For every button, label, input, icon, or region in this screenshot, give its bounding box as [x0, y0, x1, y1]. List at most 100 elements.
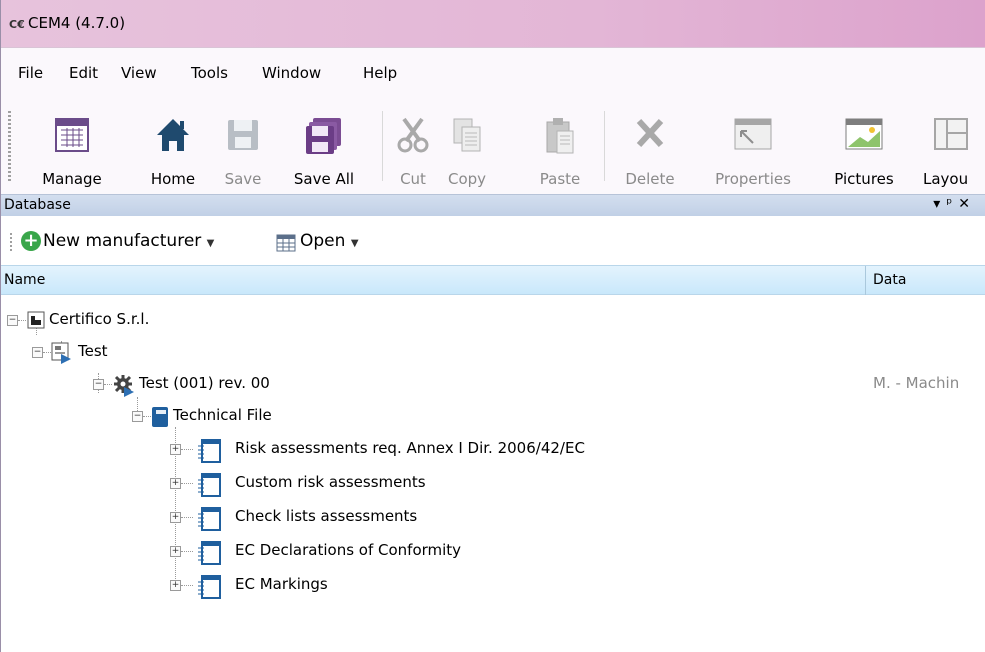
company-icon: [27, 311, 45, 329]
cut-button[interactable]: Cut: [389, 107, 437, 188]
collapse-icon[interactable]: −: [32, 347, 43, 358]
home-icon: [157, 119, 189, 151]
tree-node-label: Custom risk assessments: [235, 473, 426, 491]
tree-node-label: Certifico S.r.l.: [49, 310, 150, 328]
tree-node-label: EC Declarations of Conformity: [235, 541, 462, 559]
panel-window-buttons: ▾ᵖ✕: [933, 196, 976, 212]
tree-connector: [181, 585, 193, 586]
paste-button[interactable]: Paste: [527, 107, 593, 188]
menu-tools[interactable]: Tools: [191, 64, 228, 82]
tree-connector: [181, 449, 193, 450]
menu-view[interactable]: View: [121, 64, 157, 82]
collapse-icon[interactable]: −: [93, 379, 104, 390]
save-all-icon: [306, 118, 341, 154]
save-all-label: Save All: [293, 170, 355, 188]
save-button[interactable]: Save: [215, 107, 271, 188]
save-label: Save: [224, 170, 262, 188]
tree-node-machine[interactable]: − Test (001) rev. 00 M. - Machin: [1, 374, 985, 398]
expand-icon[interactable]: +: [170, 478, 181, 489]
window-title: CEM4 (4.7.0): [28, 14, 126, 32]
database-panel-header: Database ▾ᵖ✕: [1, 194, 985, 216]
tree-connector: [181, 551, 193, 552]
copy-label: Copy: [447, 170, 487, 188]
app-window: C€ CEM4 (4.7.0) File Edit View Tools Win…: [0, 0, 985, 652]
dropdown-arrow-icon[interactable]: ▼: [207, 238, 215, 249]
tree-node-technical-file[interactable]: − Technical File: [1, 406, 401, 430]
tree-node-label: Test (001) rev. 00: [139, 374, 270, 392]
tree-connector: [181, 483, 193, 484]
document-icon: [198, 575, 221, 599]
tree-node-data: M. - Machin: [873, 374, 960, 392]
close-icon[interactable]: ✕: [958, 196, 976, 212]
expand-icon[interactable]: +: [170, 444, 181, 455]
expand-icon[interactable]: +: [170, 580, 181, 591]
tree-connector: [104, 384, 112, 385]
layout-button[interactable]: Layou: [915, 107, 985, 187]
tree-node-label: Check lists assessments: [235, 507, 418, 525]
tree-node-folder[interactable]: + Custom risk assessments: [1, 473, 801, 497]
column-name-header[interactable]: Name: [4, 272, 45, 288]
toolbar-separator: [604, 111, 605, 181]
pin-icon[interactable]: ᵖ: [946, 196, 958, 212]
properties-label: Properties: [715, 170, 791, 188]
tree-connector: [43, 352, 51, 353]
expand-icon[interactable]: +: [170, 546, 181, 557]
delete-button[interactable]: Delete: [611, 107, 689, 188]
cut-label: Cut: [400, 170, 426, 188]
copy-button[interactable]: Copy: [437, 107, 497, 188]
tree-node-folder[interactable]: + Check lists assessments: [1, 507, 801, 531]
document-icon: [198, 507, 221, 531]
panel-menu-icon[interactable]: ▾: [933, 196, 946, 212]
column-data-header[interactable]: Data: [873, 272, 906, 288]
tree-node-folder[interactable]: + EC Declarations of Conformity: [1, 541, 801, 565]
save-all-button[interactable]: Save All: [271, 107, 377, 188]
tree-node-folder[interactable]: + EC Markings: [1, 575, 801, 599]
new-manufacturer-label: New manufacturer: [43, 231, 202, 251]
tree-connector: [143, 416, 151, 417]
tree-node-label: Risk assessments req. Annex I Dir. 2006/…: [235, 439, 585, 457]
menu-window[interactable]: Window: [262, 64, 321, 82]
open-table-icon: [276, 234, 296, 252]
pictures-label: Pictures: [834, 170, 894, 188]
properties-button[interactable]: Properties: [695, 107, 811, 188]
layout-label: Layou: [923, 170, 969, 187]
manage-icon: [55, 118, 89, 152]
menu-edit[interactable]: Edit: [69, 64, 98, 82]
main-toolbar: Manage Home Save Save All Cut Copy Paste…: [1, 89, 985, 194]
column-divider[interactable]: [865, 266, 866, 295]
tree-node-label: Technical File: [173, 406, 272, 424]
tree-node-folder[interactable]: + Risk assessments req. Annex I Dir. 200…: [1, 439, 801, 463]
delete-x-icon: [636, 118, 664, 148]
manage-button[interactable]: Manage: [15, 107, 129, 188]
database-tree: − Certifico S.r.l. − Test − Test (001) r…: [1, 295, 985, 652]
home-button[interactable]: Home: [137, 107, 209, 188]
document-icon: [198, 439, 221, 463]
clipboard-icon: [546, 118, 574, 154]
tree-node-project[interactable]: − Test: [1, 342, 401, 366]
home-label: Home: [150, 170, 196, 188]
picture-icon: [845, 118, 883, 150]
toolbar-grip[interactable]: [10, 233, 12, 253]
tree-column-header: Name Data: [1, 265, 985, 295]
toolbar-grip[interactable]: [8, 111, 11, 181]
binder-icon: [152, 407, 168, 427]
scissors-icon: [397, 117, 429, 153]
menu-file[interactable]: File: [18, 64, 43, 82]
dropdown-arrow-icon[interactable]: ▼: [351, 238, 359, 249]
pictures-button[interactable]: Pictures: [815, 107, 913, 188]
layout-icon: [933, 118, 968, 150]
menu-bar: File Edit View Tools Window Help: [1, 47, 985, 89]
title-bar[interactable]: C€ CEM4 (4.7.0): [1, 0, 985, 47]
paste-label: Paste: [539, 170, 581, 188]
expand-icon[interactable]: +: [170, 512, 181, 523]
properties-icon: [734, 118, 772, 150]
menu-help[interactable]: Help: [363, 64, 397, 82]
collapse-icon[interactable]: −: [132, 411, 143, 422]
tree-node-company[interactable]: − Certifico S.r.l.: [1, 310, 401, 334]
copy-icon: [453, 118, 481, 152]
tree-connector: [18, 320, 26, 321]
collapse-icon[interactable]: −: [7, 315, 18, 326]
ce-logo-icon: C€: [9, 18, 25, 31]
plus-icon: +: [21, 231, 41, 251]
database-toolbar: + New manufacturer ▼ Open ▼: [1, 216, 985, 265]
